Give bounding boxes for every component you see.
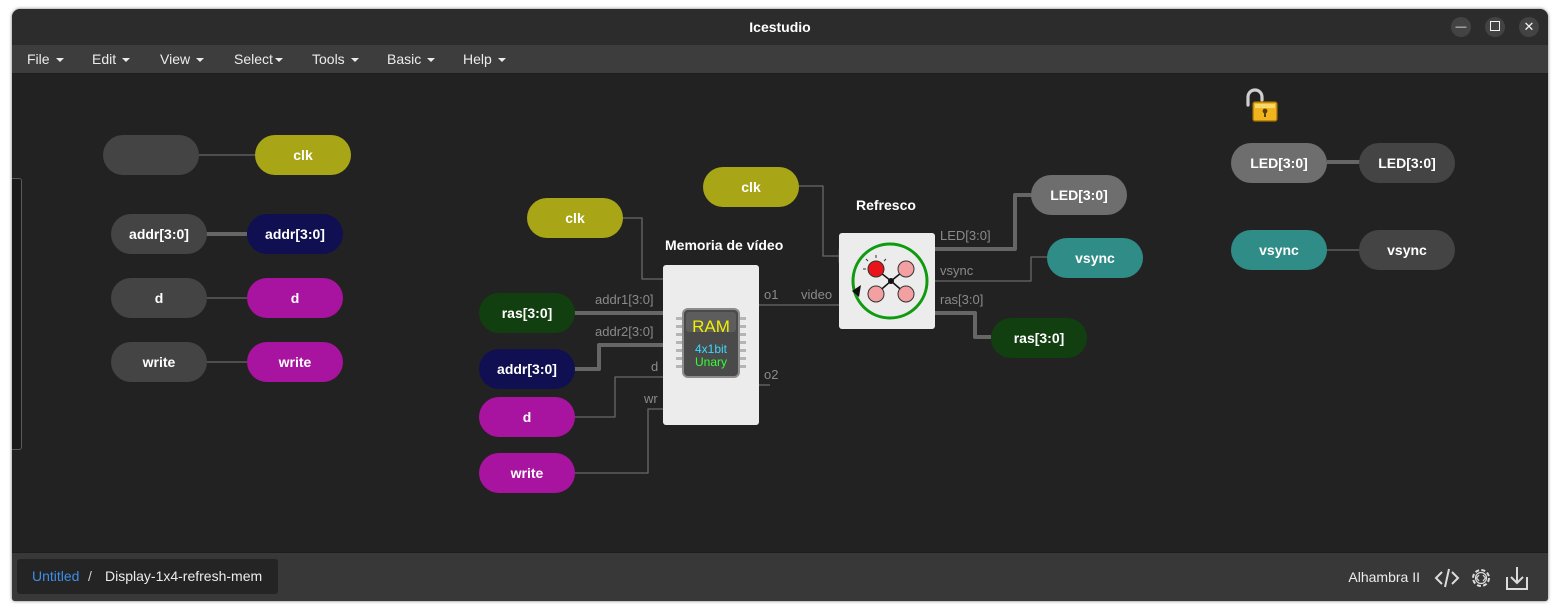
minimize-button[interactable]: — <box>1451 17 1471 37</box>
menu-tools[interactable]: Tools <box>312 45 359 73</box>
input-pin-unnamed[interactable] <box>103 135 199 175</box>
maximize-button[interactable] <box>1485 17 1505 37</box>
menu-file-label: File <box>27 51 50 67</box>
menu-select[interactable]: Select <box>234 45 283 73</box>
input-label-d[interactable]: d <box>111 278 207 318</box>
caret-down-icon <box>497 58 506 63</box>
output-label-clk[interactable]: clk <box>255 135 351 175</box>
caret-down-icon <box>196 58 205 63</box>
menu-view[interactable]: View <box>160 45 205 73</box>
memory-block[interactable]: RAM 4x1bit Unary <box>663 265 759 425</box>
refresh-block[interactable] <box>839 233 935 329</box>
breadcrumb-current: Display-1x4-refresh-mem <box>105 568 263 584</box>
menu-file[interactable]: File <box>27 45 64 73</box>
refresh-block-title: Refresco <box>856 197 916 213</box>
wire[interactable] <box>798 185 839 257</box>
wire[interactable] <box>622 217 664 280</box>
board-name[interactable]: Alhambra II <box>1348 553 1420 601</box>
upload-to-board-icon[interactable] <box>1504 565 1530 591</box>
caret-down-icon <box>350 58 359 63</box>
close-icon: ✕ <box>1523 19 1535 34</box>
input-label-vsync[interactable]: vsync <box>1231 230 1327 270</box>
memory-input-ras[interactable]: ras[3:0] <box>479 293 575 333</box>
app-window: Icestudio — ✕ File Edit View Select Tool… <box>12 9 1548 601</box>
caret-down-icon <box>427 58 436 63</box>
port-label-addr2: addr2[3:0] <box>595 324 654 339</box>
memory-input-d[interactable]: d <box>479 397 575 437</box>
window-title: Icestudio <box>749 19 811 35</box>
memory-input-clk[interactable]: clk <box>527 198 623 238</box>
maximize-icon <box>1490 21 1500 32</box>
refresh-output-ras[interactable]: ras[3:0] <box>991 318 1087 358</box>
ram-label: RAM <box>692 317 730 336</box>
memory-block-title: Memoria de vídeo <box>665 237 784 253</box>
unlock-icon[interactable] <box>1242 88 1282 124</box>
ram-type-label: Unary <box>694 355 727 369</box>
menu-basic-label: Basic <box>387 51 422 67</box>
side-panel-handle[interactable] <box>12 178 22 450</box>
menu-edit-label: Edit <box>92 51 117 67</box>
status-bar: Untitled / Display-1x4-refresh-mem Alham… <box>12 552 1548 601</box>
refresh-output-led[interactable]: LED[3:0] <box>1031 175 1127 215</box>
port-label-led: LED[3:0] <box>940 228 991 243</box>
ram-size-label: 4x1bit <box>694 342 728 356</box>
port-label-o1: o1 <box>764 287 779 302</box>
code-icon[interactable] <box>1434 565 1460 591</box>
output-pin-vsync[interactable]: vsync <box>1359 230 1455 270</box>
port-label-vsync: vsync <box>940 263 974 278</box>
input-label-write[interactable]: write <box>111 342 207 382</box>
menu-basic[interactable]: Basic <box>387 45 436 73</box>
menu-tools-label: Tools <box>312 51 345 67</box>
title-bar: Icestudio — ✕ <box>12 9 1548 45</box>
memory-input-write[interactable]: write <box>479 453 575 493</box>
output-pin-led[interactable]: LED[3:0] <box>1359 143 1455 183</box>
input-label-addr[interactable]: addr[3:0] <box>111 214 207 254</box>
port-label-addr1: addr1[3:0] <box>595 292 654 307</box>
wire-label-video: video <box>801 287 833 302</box>
breadcrumb-separator: / <box>88 568 92 584</box>
port-label-d: d <box>651 359 659 374</box>
caret-down-icon <box>274 58 283 63</box>
input-label-led[interactable]: LED[3:0] <box>1231 143 1327 183</box>
refresh-input-clk[interactable]: clk <box>703 167 799 207</box>
bus-wire[interactable] <box>934 311 991 339</box>
memory-input-addr[interactable]: addr[3:0] <box>479 349 575 389</box>
settings-code-icon[interactable] <box>1468 565 1494 591</box>
port-label-ras: ras[3:0] <box>940 292 984 307</box>
output-label-d[interactable]: d <box>247 278 343 318</box>
minimize-icon: — <box>1455 21 1467 33</box>
caret-down-icon <box>122 58 131 63</box>
menu-help[interactable]: Help <box>463 45 506 73</box>
output-label-addr[interactable]: addr[3:0] <box>247 214 343 254</box>
refresh-output-vsync[interactable]: vsync <box>1047 238 1143 278</box>
port-label-wr: wr <box>644 391 658 406</box>
breadcrumb: Untitled / Display-1x4-refresh-mem <box>17 559 278 594</box>
menu-help-label: Help <box>463 51 492 67</box>
menu-bar: File Edit View Select Tools Basic Help <box>12 45 1548 74</box>
breadcrumb-root-link[interactable]: Untitled <box>32 559 79 594</box>
menu-select-label: Select <box>234 51 273 67</box>
port-label-o2: o2 <box>764 367 779 382</box>
wire[interactable] <box>574 408 664 474</box>
menu-view-label: View <box>160 51 191 67</box>
caret-down-icon <box>55 58 64 63</box>
output-label-write[interactable]: write <box>247 342 343 382</box>
menu-edit[interactable]: Edit <box>92 45 131 73</box>
refresh-fsm-icon <box>851 242 929 320</box>
close-button[interactable]: ✕ <box>1519 17 1539 37</box>
design-canvas[interactable]: clk addr[3:0] addr[3:0] d d write write … <box>12 74 1548 552</box>
